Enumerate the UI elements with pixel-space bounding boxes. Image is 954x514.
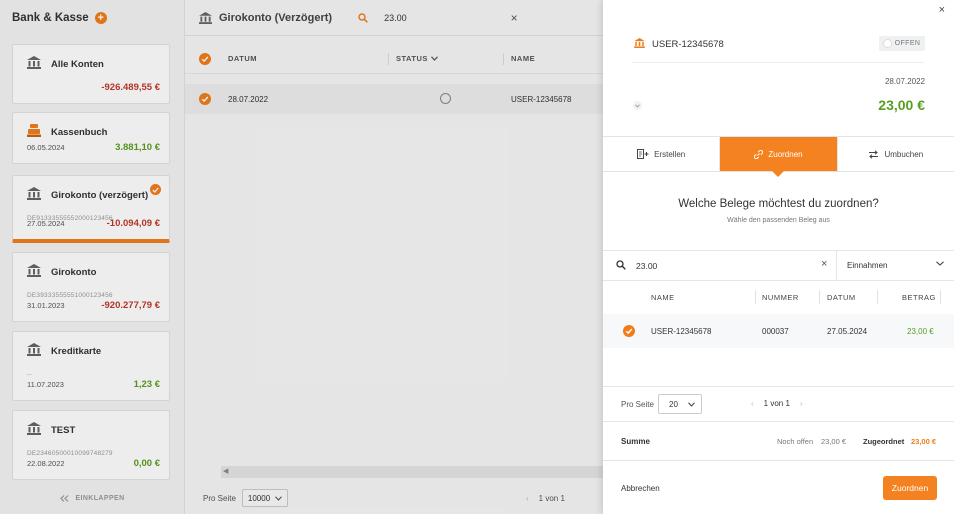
bank-icon	[634, 38, 645, 48]
search-icon	[616, 260, 626, 270]
receipt-filter-bar: 23.00 × Einnahmen	[603, 250, 954, 280]
column-header-number[interactable]: NUMMER	[762, 293, 799, 302]
expand-details-icon[interactable]	[633, 101, 642, 110]
row-checkbox[interactable]	[623, 325, 635, 337]
open-value: 23,00 €	[821, 437, 847, 446]
transaction-amount: 23,00 €	[878, 97, 925, 113]
column-header-amount[interactable]: BETRAG	[902, 293, 936, 302]
chevron-down-icon[interactable]	[936, 261, 944, 266]
assign-button[interactable]: Zuordnen	[883, 476, 937, 500]
open-label: Noch offen	[777, 437, 814, 446]
table-row[interactable]: USER-12345678 000037 27.05.2024 23,00 €	[603, 314, 954, 348]
toggle-dot-icon	[883, 40, 891, 47]
receipt-plus-icon	[637, 149, 649, 159]
page-nav: ‹ 1 von 1 ›	[751, 399, 803, 408]
per-page-label: Pro Seite	[621, 400, 654, 409]
assigned-value: 23,00 €	[911, 437, 937, 446]
tab-assign[interactable]: Zuordnen	[720, 137, 838, 177]
assigned-label: Zugeordnet	[863, 437, 905, 446]
cancel-button[interactable]: Abbrechen	[621, 484, 660, 493]
assign-question: Welche Belege möchtest du zuordnen?	[678, 198, 879, 210]
prev-page-icon[interactable]: ‹	[751, 399, 754, 408]
action-tabs: Erstellen Zuordnen Umbuchen	[603, 136, 954, 177]
receipt-amount: 23,00 €	[907, 327, 934, 336]
column-header-name[interactable]: NAME	[651, 293, 675, 302]
assign-subtitle: Wähle den passenden Beleg aus	[727, 217, 830, 224]
receipt-number: 000037	[762, 327, 789, 336]
receipts-table-header: NAME NUMMER DATUM BETRAG	[603, 286, 954, 308]
receipt-name: USER-12345678	[651, 327, 712, 336]
chevron-down-icon	[688, 401, 695, 407]
next-page-icon[interactable]: ›	[800, 399, 803, 408]
drawer-pagination: Pro Seite 20 ‹ 1 von 1 ›	[603, 386, 954, 421]
receipt-search-input[interactable]: 23.00	[636, 261, 657, 271]
assign-drawer: × USER-12345678 OFFEN 28.07.2022 23,00 €…	[603, 0, 954, 514]
receipt-date: 27.05.2024	[827, 327, 868, 336]
modal-backdrop[interactable]	[0, 0, 603, 514]
transfer-arrows-icon	[868, 149, 879, 159]
transaction-title: USER-12345678	[652, 39, 724, 50]
clear-search-icon[interactable]: ×	[821, 258, 827, 270]
summary-row: Summe Noch offen 23,00 € Zugeordnet 23,0…	[603, 421, 954, 461]
close-icon[interactable]: ×	[939, 4, 945, 16]
tab-rebook[interactable]: Umbuchen	[838, 137, 954, 171]
column-header-date[interactable]: DATUM	[827, 293, 856, 302]
summary-label: Summe	[621, 437, 650, 446]
transaction-date: 28.07.2022	[884, 77, 925, 86]
status-badge: OFFEN	[879, 36, 925, 51]
page-info: 1 von 1	[763, 399, 790, 408]
per-page-select[interactable]: 20	[658, 394, 702, 414]
tab-create[interactable]: Erstellen	[603, 137, 721, 171]
link-icon	[754, 149, 764, 159]
receipt-type-select[interactable]: Einnahmen	[847, 261, 887, 270]
